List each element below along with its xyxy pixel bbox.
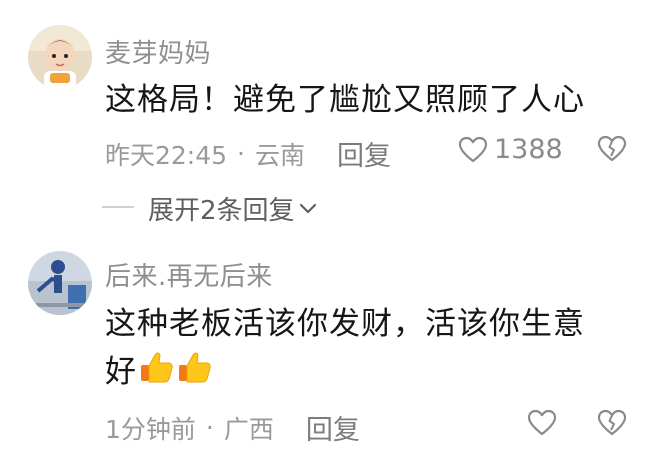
expand-divider bbox=[102, 206, 134, 208]
separator: · bbox=[237, 139, 245, 168]
username[interactable]: 后来.再无后来 bbox=[105, 256, 273, 293]
location: 云南 bbox=[255, 140, 306, 170]
heart-outline-icon bbox=[458, 136, 488, 162]
comment-text-line-2-text: 好 bbox=[105, 354, 137, 390]
broken-heart-icon bbox=[597, 135, 627, 162]
thumbs-up-emoji bbox=[139, 349, 175, 398]
reply-button[interactable]: 回复 bbox=[306, 408, 360, 447]
username[interactable]: 麦芽妈妈 bbox=[105, 33, 211, 70]
timestamp: 1分钟前 bbox=[105, 414, 196, 444]
comment-meta: 1分钟前 · 广西 回复 bbox=[105, 408, 360, 447]
broken-heart-icon bbox=[597, 409, 627, 436]
heart-outline-icon bbox=[527, 409, 557, 436]
reply-button[interactable]: 回复 bbox=[337, 134, 391, 173]
comment-text-line-2: 好 bbox=[105, 349, 213, 398]
like-button[interactable] bbox=[527, 409, 557, 437]
comment-text-line-1: 这种老板活该你发财，活该你生意 bbox=[105, 306, 585, 342]
separator: · bbox=[205, 413, 214, 442]
thumbs-up-emoji bbox=[177, 349, 213, 398]
comment-text: 这格局！避免了尴尬又照顾了人心 bbox=[105, 82, 585, 118]
avatar[interactable] bbox=[28, 25, 92, 89]
like-button[interactable]: 1388 bbox=[458, 134, 563, 165]
location: 广西 bbox=[223, 414, 274, 444]
timestamp: 昨天22:45 bbox=[105, 140, 228, 170]
expand-replies-label: 展开2条回复 bbox=[148, 196, 295, 226]
comment-meta: 昨天22:45 · 云南 回复 bbox=[105, 134, 391, 173]
avatar[interactable] bbox=[28, 251, 92, 315]
expand-replies-button[interactable]: 展开2条回复 bbox=[148, 190, 318, 227]
chevron-down-icon bbox=[299, 203, 316, 213]
dislike-button[interactable] bbox=[597, 409, 627, 441]
dislike-button[interactable] bbox=[597, 135, 627, 167]
like-count: 1388 bbox=[494, 134, 563, 165]
